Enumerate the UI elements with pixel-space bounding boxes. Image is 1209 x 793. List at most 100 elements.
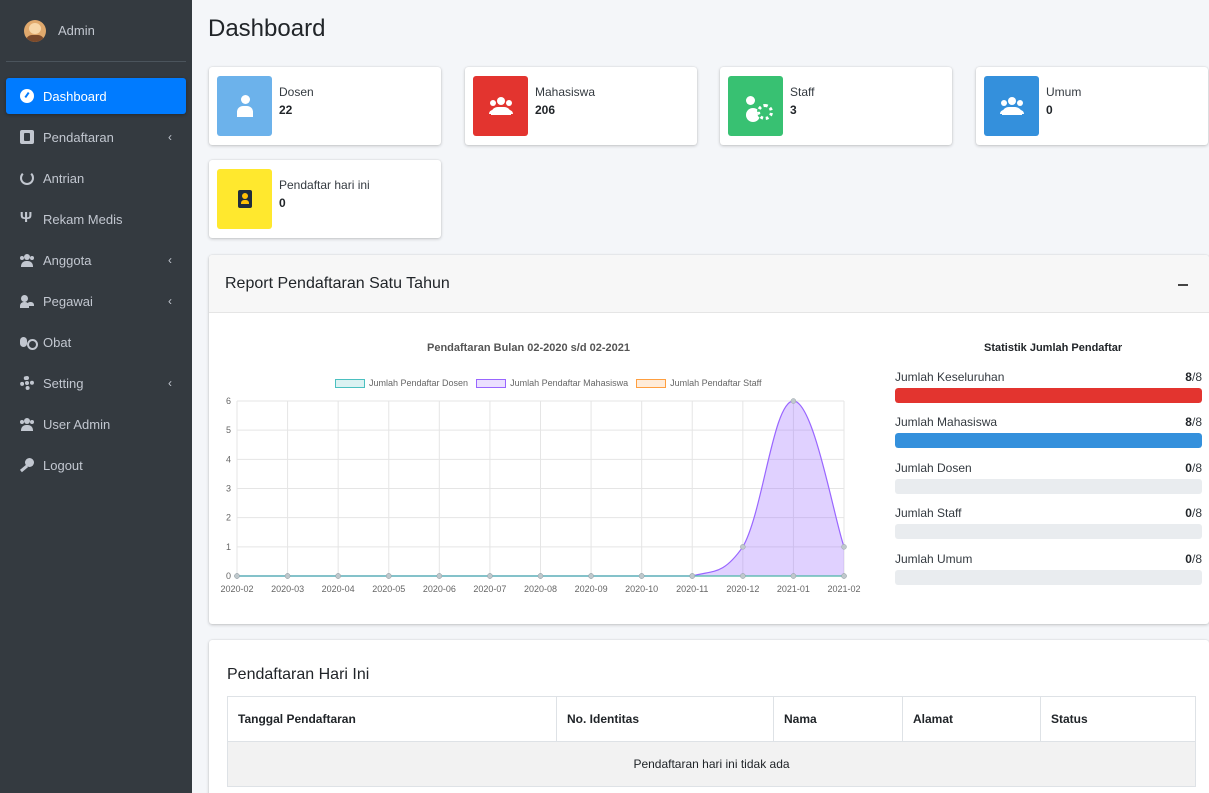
y-tick-label: 0 (226, 571, 231, 581)
sidebar-item-label: Logout (43, 457, 83, 473)
sync-icon (20, 171, 34, 185)
progress-fill (895, 388, 1202, 403)
chevron-left-icon: ‹ (168, 253, 172, 267)
stats-title: Statistik Jumlah Pendaftar (984, 342, 1123, 354)
x-tick-label: 2020-03 (271, 584, 304, 594)
y-tick-label: 3 (226, 484, 231, 494)
y-tick-label: 4 (226, 454, 231, 464)
info-box-dosen: Dosen 22 (209, 67, 441, 145)
data-point (790, 573, 797, 579)
data-point (841, 544, 847, 550)
x-tick-label: 2020-02 (220, 584, 253, 594)
empty-message: Pendaftaran hari ini tidak ada (227, 741, 1196, 787)
key-icon (20, 458, 34, 472)
stat-label: Jumlah Staff (895, 506, 962, 520)
sidebar-item-label: Pegawai (43, 293, 93, 309)
info-label: Umum (1046, 85, 1082, 99)
sidebar-item-anggota[interactable]: Anggota ‹ (6, 242, 186, 278)
sidebar-item-user-admin[interactable]: User Admin (6, 406, 186, 442)
card-body: Pendaftaran Bulan 02-2020 s/d 02-2021 Ju… (209, 314, 1209, 624)
info-box-umum: Umum 0 (976, 67, 1208, 145)
chevron-left-icon: ‹ (168, 376, 172, 390)
progress-bar (895, 524, 1202, 539)
chevron-left-icon: ‹ (168, 294, 172, 308)
column-header[interactable]: Alamat (902, 696, 1041, 742)
progress-bar (895, 388, 1202, 403)
sidebar-item-rekam-medis[interactable]: Rekam Medis (6, 201, 186, 237)
data-point (335, 573, 341, 579)
table-row: Pendaftaran hari ini tidak ada (227, 741, 1196, 787)
legend-label: Jumlah Pendaftar Dosen (369, 378, 469, 388)
column-header[interactable]: Tanggal Pendaftaran (227, 696, 557, 742)
stat-item: Jumlah Umum 0/8 (895, 552, 1202, 585)
page-title: Dashboard (208, 15, 326, 42)
info-value: 206 (535, 103, 556, 117)
sidebar-item-pendaftaran[interactable]: Pendaftaran ‹ (6, 119, 186, 155)
data-point (588, 573, 594, 579)
column-header[interactable]: Status (1040, 696, 1196, 742)
stat-item: Jumlah Staff 0/8 (895, 506, 1202, 539)
sidebar-item-label: Anggota (43, 252, 92, 268)
sidebar-item-antrian[interactable]: Antrian (6, 160, 186, 196)
sidebar-item-label: User Admin (43, 416, 111, 432)
legend-swatch-staff[interactable] (636, 378, 667, 388)
avatar (24, 19, 46, 42)
x-tick-label: 2020-11 (676, 584, 708, 594)
data-point (436, 573, 443, 579)
info-icon-box (217, 76, 272, 136)
table-header-row: Tanggal Pendaftaran No. Identitas Nama A… (227, 696, 1196, 742)
user-panel[interactable]: Admin (6, 0, 186, 62)
users-cog-icon (20, 417, 34, 431)
user-cog-icon (20, 294, 34, 308)
legend-swatch-dosen[interactable] (335, 378, 365, 388)
user-md-icon (236, 95, 253, 117)
sidebar-item-dashboard[interactable]: Dashboard (6, 78, 186, 114)
progress-bar (895, 570, 1202, 585)
info-label: Staff (790, 85, 815, 99)
data-point (234, 573, 240, 579)
report-card: Report Pendaftaran Satu Tahun Pendaftara… (209, 255, 1209, 624)
sidebar-item-label: Rekam Medis (43, 211, 123, 227)
stat-count: 8/8 (1185, 415, 1202, 429)
progress-fill (895, 433, 1202, 448)
sidebar-item-pegawai[interactable]: Pegawai ‹ (6, 283, 186, 319)
collapse-button[interactable] (1177, 278, 1189, 290)
info-box-staff: Staff 3 (720, 67, 952, 145)
users-cog-icon (745, 96, 773, 120)
sidebar-item-label: Antrian (43, 170, 85, 186)
info-value: 22 (279, 103, 293, 117)
sidebar-item-logout[interactable]: Logout (6, 447, 186, 483)
data-point (638, 573, 645, 579)
column-header[interactable]: Nama (773, 696, 903, 742)
x-tick-label: 2021-02 (827, 584, 860, 594)
stat-count: 8/8 (1185, 370, 1202, 384)
stat-row: Jumlah Staff 0/8 (895, 506, 1202, 522)
x-tick-label: 2020-09 (575, 584, 608, 594)
data-point (790, 398, 797, 404)
info-label: Pendaftar hari ini (279, 178, 370, 192)
sidebar-item-label: Dashboard (43, 88, 107, 104)
legend-swatch-mahasiswa[interactable] (476, 378, 507, 388)
info-icon-box (728, 76, 783, 136)
column-header[interactable]: No. Identitas (556, 696, 774, 742)
data-point (740, 573, 746, 579)
chart-legend: Jumlah Pendaftar Dosen Jumlah Pendaftar … (327, 378, 762, 388)
sidebar-item-setting[interactable]: Setting ‹ (6, 365, 186, 401)
progress-bar (895, 433, 1202, 448)
data-point (740, 544, 746, 550)
main-content: Dashboard Dosen 22 Mahasiswa 206 Staff 3… (192, 0, 1209, 793)
stat-item: Jumlah Dosen 0/8 (895, 461, 1202, 494)
stat-row: Jumlah Umum 0/8 (895, 552, 1202, 568)
info-value: 0 (279, 196, 286, 210)
info-icon-box (984, 76, 1039, 136)
y-tick-label: 1 (226, 542, 231, 552)
pills-icon (20, 335, 38, 350)
data-point (689, 573, 695, 579)
data-point (487, 573, 493, 579)
y-tick-label: 2 (226, 513, 231, 523)
sidebar-item-obat[interactable]: Obat (6, 324, 186, 360)
data-point (284, 573, 291, 579)
x-tick-label: 2020-06 (423, 584, 456, 594)
sidebar-item-label: Setting (43, 375, 84, 391)
x-tick-label: 2021-01 (777, 584, 810, 594)
